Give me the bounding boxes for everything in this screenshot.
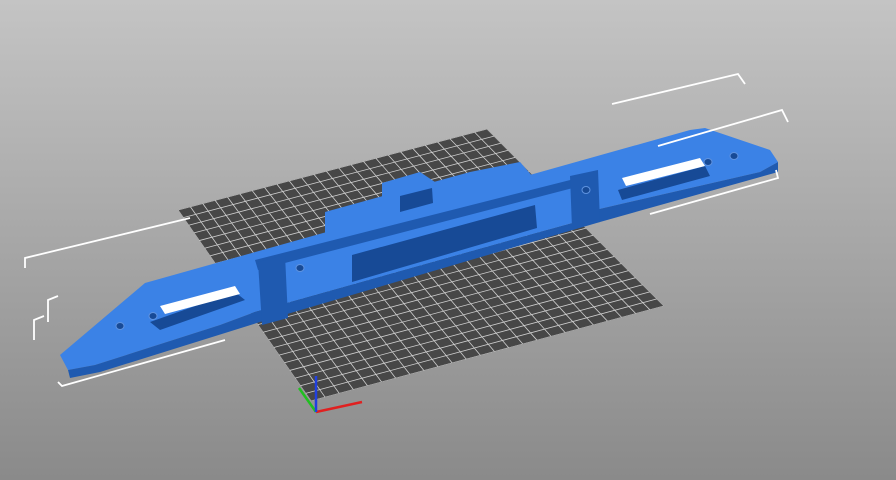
model-hole: [729, 152, 739, 160]
model-hole: [295, 264, 305, 272]
3d-viewport[interactable]: [0, 0, 896, 480]
model-hole: [703, 158, 713, 166]
scene-canvas[interactable]: [0, 0, 896, 480]
model-hole: [148, 312, 158, 320]
model-plate-left: [258, 255, 288, 325]
model-hole: [581, 186, 591, 194]
model-hole: [115, 322, 125, 330]
model-plate-right: [570, 170, 600, 228]
